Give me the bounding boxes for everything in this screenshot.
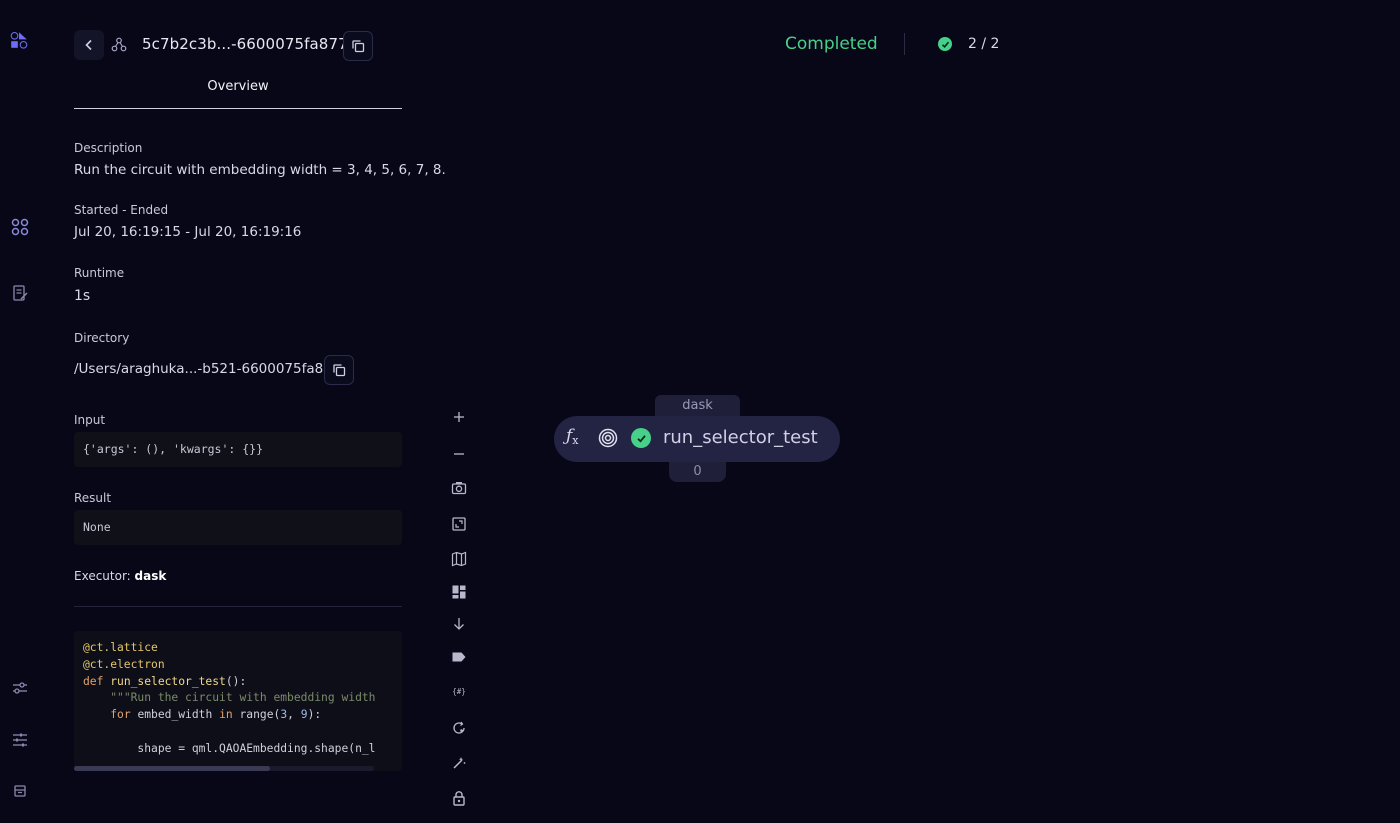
zoom-in-icon[interactable]	[448, 406, 470, 428]
copy-directory-button[interactable]	[324, 355, 354, 385]
executor-row: Executor: dask	[74, 569, 166, 583]
labels-icon[interactable]	[448, 646, 470, 668]
copy-icon	[352, 40, 365, 53]
description-label: Description	[74, 141, 143, 155]
target-icon	[598, 428, 618, 448]
tab-underline	[74, 108, 402, 109]
zoom-out-icon[interactable]	[448, 442, 470, 464]
logo-icon[interactable]	[10, 31, 40, 61]
node-executor-tag: dask	[655, 395, 740, 417]
lattice-icon	[111, 37, 127, 53]
fit-view-icon[interactable]	[448, 513, 470, 535]
source-code-block[interactable]: @ct.lattice @ct.electron def run_selecto…	[74, 631, 402, 771]
result-value: None	[74, 510, 402, 545]
code-token: """Run the circuit with embedding width	[110, 691, 376, 705]
code-line: shape = qml.QAOAEmbedding.shape(n_l	[137, 741, 376, 755]
function-icon: ƒx	[566, 426, 579, 447]
directory-value: /Users/araghuka...-b521-6600075fa877	[74, 361, 341, 377]
code-token: ):	[307, 708, 322, 722]
code-line: @ct.electron	[83, 657, 165, 671]
tab-overview[interactable]: Overview	[74, 79, 402, 94]
logs-icon[interactable]	[10, 283, 30, 303]
layout-icon[interactable]	[448, 581, 470, 603]
check-circle-icon	[938, 37, 952, 51]
layout-icon[interactable]	[10, 781, 30, 801]
download-icon[interactable]	[448, 613, 470, 635]
copy-dispatch-id-button[interactable]	[343, 31, 373, 61]
input-value: {'args': (), 'kwargs': {}}	[74, 432, 402, 467]
runtime-value: 1s	[74, 288, 91, 304]
code-token: def	[83, 674, 104, 688]
code-token: run_selector_test	[110, 674, 226, 688]
status-divider	[904, 33, 905, 55]
highlight-icon[interactable]	[448, 752, 470, 774]
started-ended-label: Started - Ended	[74, 203, 169, 217]
code-line: @ct.lattice	[83, 641, 158, 654]
code-token: in	[219, 708, 233, 722]
copy-icon	[333, 364, 346, 377]
code-token: ,	[287, 708, 294, 722]
minimap-icon[interactable]	[448, 548, 470, 570]
code-token: embed_width	[137, 708, 213, 722]
code-token: ():	[225, 674, 247, 688]
back-button[interactable]	[74, 30, 104, 60]
nav-rail	[0, 0, 48, 823]
node-name: run_selector_test	[663, 427, 818, 448]
code-scrollbar-thumb[interactable]	[74, 766, 270, 771]
divider	[74, 606, 402, 607]
lock-icon[interactable]	[448, 787, 470, 809]
runtime-label: Runtime	[74, 266, 125, 280]
reload-icon[interactable]	[448, 717, 470, 739]
description-value: Run the circuit with embedding width = 3…	[74, 162, 446, 178]
executor-label: Executor:	[74, 569, 131, 583]
started-ended-value: Jul 20, 16:19:15 - Jul 20, 16:19:16	[74, 224, 302, 240]
code-token: range(	[239, 708, 281, 722]
svg-text:{#}: {#}	[452, 687, 466, 696]
screenshot-icon[interactable]	[448, 477, 470, 499]
executor-value: dask	[134, 569, 167, 583]
params-icon[interactable]: {#}	[448, 680, 470, 702]
node-id-tag: 0	[669, 462, 726, 482]
result-label: Result	[74, 491, 112, 505]
input-label: Input	[74, 413, 106, 427]
completed-count: 2 / 2	[968, 36, 1000, 52]
code-token: 9	[300, 708, 308, 722]
chevron-left-icon	[85, 39, 92, 51]
lattices-icon[interactable]	[10, 217, 30, 237]
dispatch-id: 5c7b2c3b...-6600075fa877	[142, 35, 348, 53]
code-token: for	[110, 708, 131, 722]
directory-label: Directory	[74, 331, 130, 345]
node-status-icon	[631, 428, 651, 448]
settings-icon[interactable]	[10, 678, 30, 698]
preferences-icon[interactable]	[10, 730, 30, 750]
dispatch-status: Completed	[785, 34, 878, 54]
